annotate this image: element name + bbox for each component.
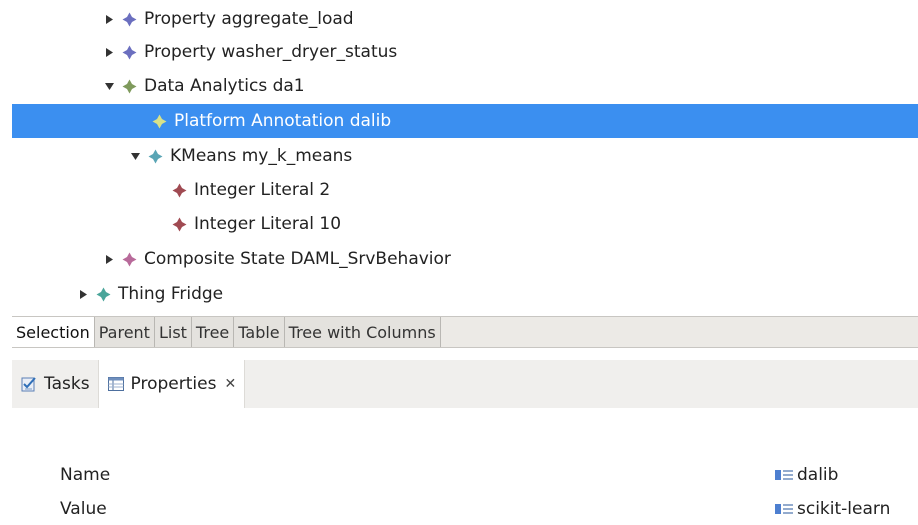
thing-diamond-icon: [96, 287, 112, 302]
tree-item-label: Platform Annotation dalib: [174, 111, 392, 131]
tab-tree[interactable]: Tree: [191, 317, 235, 347]
tab-properties[interactable]: Properties ✕: [97, 360, 246, 408]
tab-list[interactable]: List: [154, 317, 192, 347]
property-label: Value: [60, 499, 107, 519]
tab-tasks-label: Tasks: [44, 374, 90, 394]
tree-item-label: Property washer_dryer_status: [144, 42, 398, 62]
property-value-text: scikit-learn: [797, 499, 891, 519]
property-value[interactable]: dalib: [774, 465, 838, 485]
tree-item-integer-literal-10[interactable]: Integer Literal 10: [12, 207, 918, 241]
integer-literal-diamond-icon: [172, 217, 188, 232]
tab-parent[interactable]: Parent: [94, 317, 155, 347]
data-analytics-diamond-icon: [122, 79, 138, 94]
property-diamond-icon: [122, 45, 138, 60]
tree-item-property-washer-dryer-status[interactable]: Property washer_dryer_status: [12, 35, 918, 69]
tree-item-thing-fridge[interactable]: Thing Fridge: [12, 277, 918, 311]
property-row-name[interactable]: Name dalib: [12, 459, 918, 491]
property-value-text: dalib: [797, 465, 839, 485]
property-diamond-icon: [122, 12, 138, 27]
property-label: Name: [60, 465, 111, 485]
collapse-arrow-icon[interactable]: [126, 152, 144, 161]
text-value-icon: [774, 468, 794, 482]
tab-tasks[interactable]: Tasks: [12, 360, 98, 408]
close-icon[interactable]: ✕: [224, 376, 236, 392]
tree-item-label: Composite State DAML_SrvBehavior: [144, 249, 451, 269]
collapse-arrow-icon[interactable]: [100, 82, 118, 91]
expand-arrow-icon[interactable]: [100, 14, 118, 25]
expand-arrow-icon[interactable]: [100, 254, 118, 265]
tree-item-kmeans-my-k-means[interactable]: KMeans my_k_means: [12, 139, 918, 173]
tasks-icon: [20, 375, 38, 393]
expand-arrow-icon[interactable]: [74, 289, 92, 300]
tab-tree-with-columns[interactable]: Tree with Columns: [284, 317, 441, 347]
tree-item-label: KMeans my_k_means: [170, 146, 353, 166]
composite-state-diamond-icon: [122, 252, 138, 267]
property-row-value[interactable]: Value scikit-learn: [12, 493, 918, 525]
tree-item-label: Integer Literal 2: [194, 180, 331, 200]
kmeans-diamond-icon: [148, 149, 164, 164]
properties-panel: Name dalib Value scikit-learn: [12, 408, 918, 519]
platform-annotation-diamond-icon: [152, 114, 168, 129]
text-value-icon: [774, 502, 794, 516]
tree-item-data-analytics-da1[interactable]: Data Analytics da1: [12, 69, 918, 103]
tab-properties-label: Properties: [130, 374, 217, 394]
tab-selection[interactable]: Selection: [12, 317, 95, 347]
tree-item-platform-annotation-dalib[interactable]: Platform Annotation dalib: [12, 104, 918, 138]
expand-arrow-icon[interactable]: [100, 47, 118, 58]
model-tree: Property aggregate_load Property washer_…: [0, 0, 918, 314]
integer-literal-diamond-icon: [172, 183, 188, 198]
property-value[interactable]: scikit-learn: [774, 499, 890, 519]
view-tab-bar: Tasks Properties ✕: [12, 360, 918, 408]
tree-item-property-aggregate-load[interactable]: Property aggregate_load: [12, 2, 918, 36]
tab-table[interactable]: Table: [234, 317, 285, 347]
properties-icon: [107, 375, 125, 393]
tree-item-label: Thing Fridge: [118, 284, 224, 304]
tree-item-composite-state-daml-srvbehavior[interactable]: Composite State DAML_SrvBehavior: [12, 242, 918, 276]
tree-item-label: Integer Literal 10: [194, 214, 342, 234]
tree-item-label: Property aggregate_load: [144, 9, 354, 29]
tree-item-label: Data Analytics da1: [144, 76, 305, 96]
tree-item-integer-literal-2[interactable]: Integer Literal 2: [12, 173, 918, 207]
editor-page-tabs: Selection Parent List Tree Table Tree wi…: [12, 316, 918, 348]
